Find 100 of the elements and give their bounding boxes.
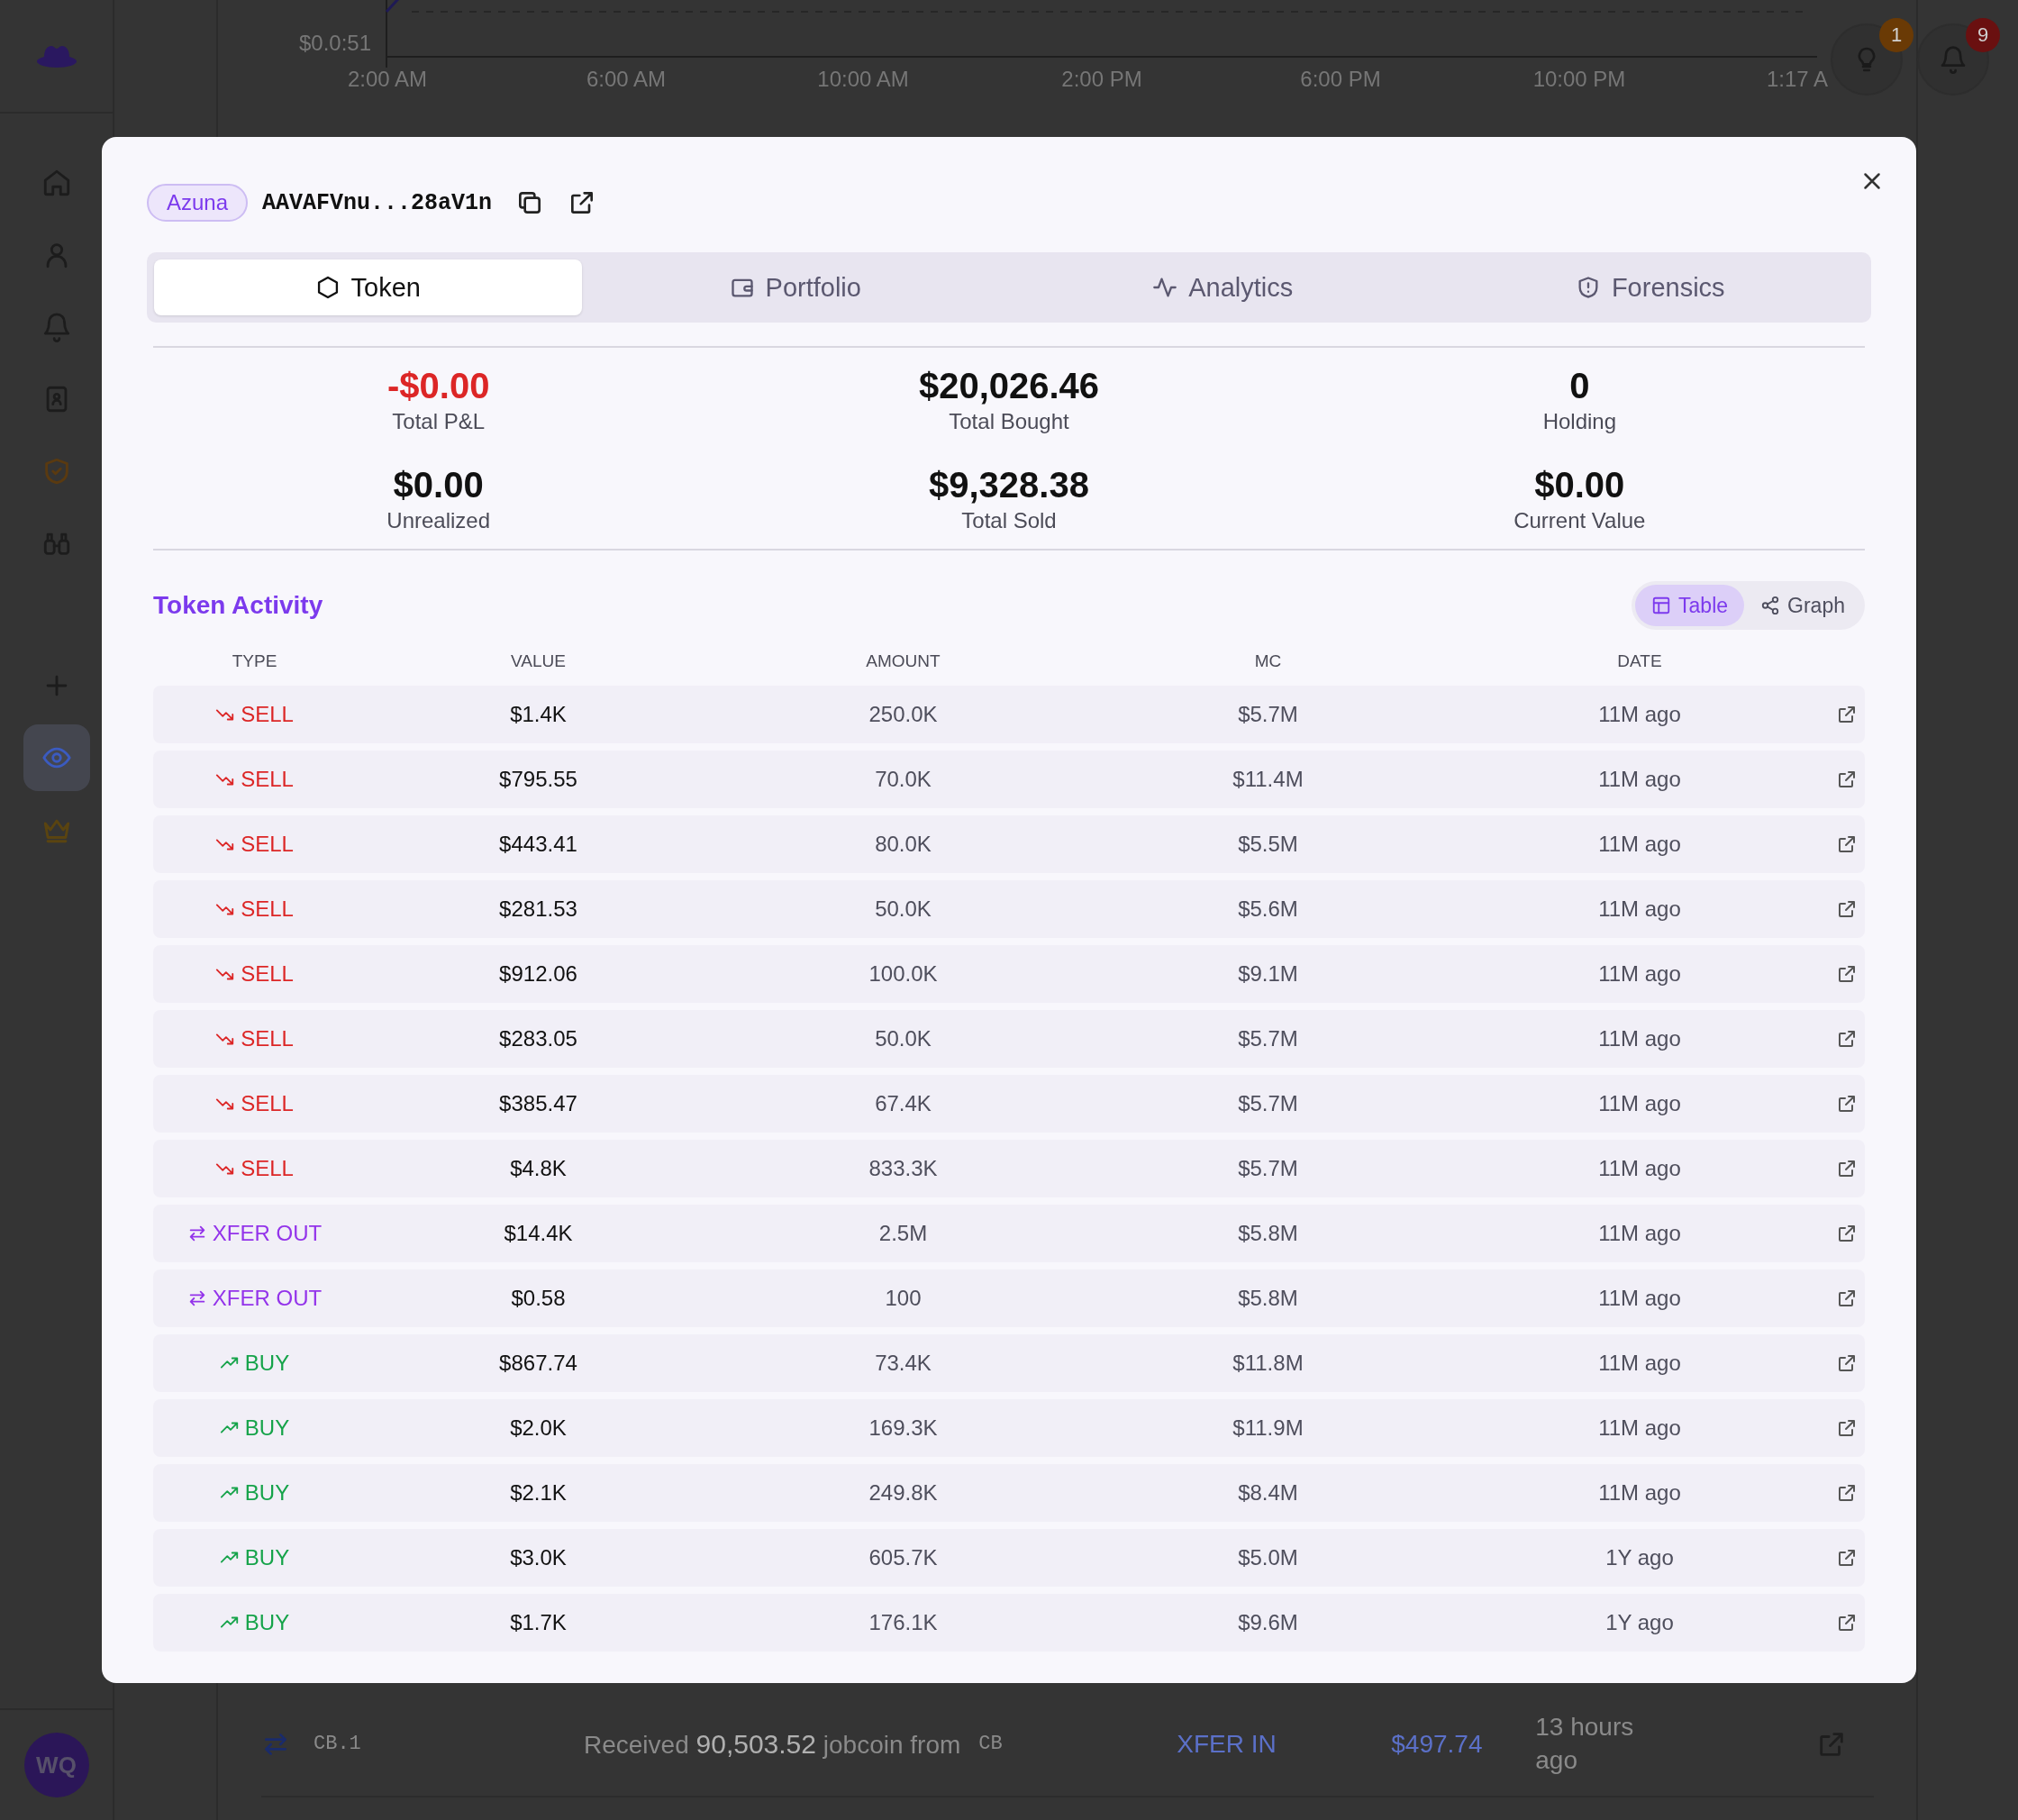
section-title: Token Activity [153,591,323,620]
axis-label: 6:00 PM [1300,67,1381,92]
open-link-button[interactable] [1836,1093,1858,1115]
open-link-button[interactable] [1836,1288,1858,1309]
open-link-button[interactable] [1836,1352,1858,1374]
tab[interactable]: Forensics [1436,259,1864,315]
external-link-icon [1836,1288,1858,1309]
table-cell-text: 11M ago [1597,702,1682,727]
stat-label: Total Bought [949,408,1069,435]
table-cell-text: $5.8M [1237,1286,1299,1311]
open-link-button[interactable] [1836,1028,1858,1050]
source-tag: CB [978,1733,1177,1755]
open-link-button[interactable] [1836,1223,1858,1244]
table-cell-text: 100.0K [868,961,939,987]
type-label: XFER IN [1177,1729,1277,1759]
table-cell-text: 1Y ago [1604,1545,1675,1570]
external-link-icon [1836,1612,1858,1633]
stat-value: $0.00 [393,464,484,506]
table-cell-text: $912.06 [498,961,578,987]
external-link-icon [1836,769,1858,790]
table-cell-text: 70.0K [874,767,932,792]
axis-label: $0.0:51 [298,31,372,56]
table-cell-text: $3.0K [509,1545,568,1570]
view-option[interactable]: Graph [1744,585,1861,626]
type-label: BUY [244,1480,290,1506]
type-label: SELL [241,896,294,922]
share-icon [1760,596,1781,615]
stat-label: Total Sold [961,507,1057,534]
stat-label: Holding [1542,408,1616,435]
table-cell-text: $443.41 [498,832,578,857]
open-link-button[interactable] [1836,1612,1858,1633]
table-cell-text: $5.7M [1237,1156,1299,1181]
type-label: SELL [241,702,294,727]
external-link-icon [1836,898,1858,920]
open-link-button[interactable] [1836,1482,1858,1504]
table-cell-text: $9.6M [1237,1610,1299,1635]
table-cell-text: 80.0K [874,832,932,857]
axis-label: 2:00 AM [347,67,428,92]
table-cell-text: 11M ago [1597,1480,1682,1506]
tab[interactable]: Portfolio [581,259,1009,315]
table-cell-text: 11M ago [1597,832,1682,857]
type-label: SELL [241,832,294,857]
table-cell-text: $2.0K [509,1415,568,1441]
table-cell-text: 2.5M [877,1221,929,1246]
table-cell-text: 249.8K [868,1480,939,1506]
open-link-button[interactable] [1836,1547,1858,1569]
table-cell-text: $5.7M [1237,1026,1299,1051]
table-cell-text: 11M ago [1597,1415,1682,1441]
count-badge: 1 [1879,18,1913,52]
table-cell-text: $5.6M [1237,896,1299,922]
value-label: $497.74 [1391,1729,1484,1759]
table-cell-text: $0.58 [510,1286,567,1311]
table-cell-text: $867.74 [498,1351,578,1376]
table-cell-text: 67.4K [874,1091,932,1116]
table-cell-text: $11.4M [1232,767,1304,792]
pulse-icon [1152,275,1178,300]
type-label: BUY [244,1415,290,1441]
table-cell-text: $5.0M [1237,1545,1299,1570]
type-label: XFER OUT [212,1221,323,1246]
stat-label: Unrealized [386,507,491,534]
open-link-button[interactable] [1836,704,1858,725]
column-header: DATE [1616,651,1663,671]
external-link-icon [1836,1417,1858,1439]
table-cell-text: 11M ago [1597,1221,1682,1246]
time-label: 13 hours ago [1535,1712,1635,1776]
table-cell-text: 11M ago [1597,1351,1682,1376]
open-link-button[interactable] [1836,769,1858,790]
table-cell-text: 50.0K [874,1026,932,1051]
table-cell-text: $11.9M [1232,1415,1304,1441]
axis-label: 10:00 PM [1532,67,1626,92]
table-cell-text: 605.7K [868,1545,939,1570]
external-link-icon [1836,963,1858,985]
type-label: SELL [241,1026,294,1051]
open-link-button[interactable] [1836,1417,1858,1439]
open-link-button[interactable] [1836,898,1858,920]
table-cell-text: $5.5M [1237,832,1299,857]
tab[interactable]: Analytics [1009,259,1437,315]
bell-icon [1939,45,1968,74]
tab[interactable]: Token [154,259,582,315]
type-label: XFER OUT [212,1286,323,1311]
table-cell-text: 100 [884,1286,923,1311]
table-cell-text: 833.3K [868,1156,939,1181]
wallet-name: CB.1 [314,1733,362,1755]
view-option[interactable]: Table [1635,585,1745,626]
type-label: SELL [241,1156,294,1181]
open-link-button[interactable] [1836,1158,1858,1179]
table-cell-text: $5.8M [1237,1221,1299,1246]
table-cell-text: $5.7M [1237,1091,1299,1116]
table-cell-text: 1Y ago [1604,1610,1675,1635]
external-link-icon [1836,1028,1858,1050]
open-link-button[interactable] [1836,833,1858,855]
table-cell-text: $2.1K [509,1480,568,1506]
table-cell-text: $9.1M [1237,961,1299,987]
external-link-icon [1836,1093,1858,1115]
table-cell-text: $385.47 [498,1091,578,1116]
table-cell-text: $8.4M [1237,1480,1299,1506]
open-link-button[interactable] [1836,963,1858,985]
type-label: BUY [244,1610,290,1635]
table-cell-text: $5.7M [1237,702,1299,727]
table-cell-text: 11M ago [1597,1286,1682,1311]
